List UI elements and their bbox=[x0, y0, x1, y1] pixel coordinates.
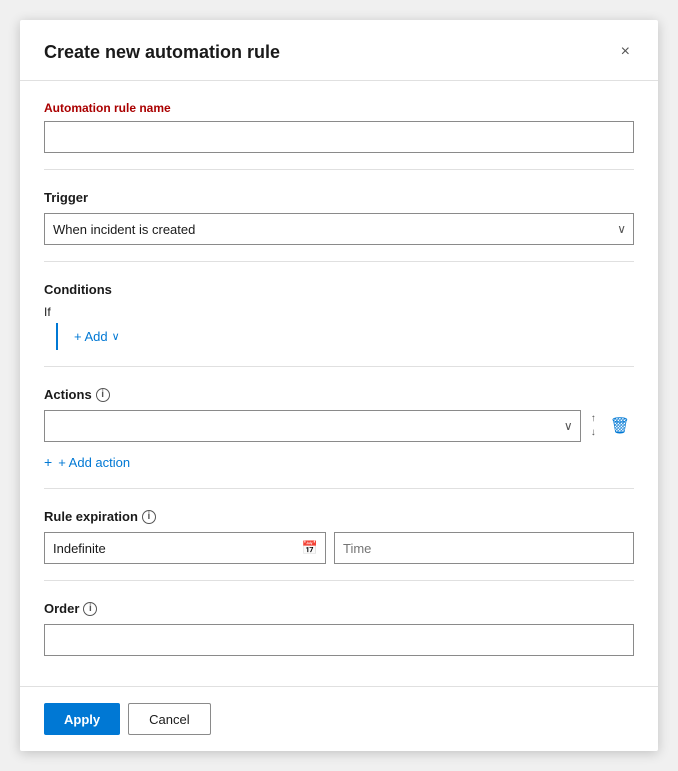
automation-rule-name-input[interactable] bbox=[44, 121, 634, 153]
actions-move-down-button[interactable]: ↓ bbox=[589, 426, 598, 440]
actions-up-down-buttons: ↑ ↓ bbox=[589, 412, 598, 440]
trigger-label: Trigger bbox=[44, 190, 634, 205]
add-condition-chevron-icon: ∨ bbox=[112, 330, 120, 343]
add-condition-button[interactable]: + Add ∨ bbox=[74, 327, 120, 346]
create-automation-rule-dialog: Create new automation rule × Automation … bbox=[20, 20, 658, 751]
trigger-select-wrapper: When incident is created When incident i… bbox=[44, 213, 634, 245]
add-action-plus-icon: + bbox=[44, 454, 52, 470]
actions-select[interactable] bbox=[44, 410, 581, 442]
expiry-time-input[interactable] bbox=[334, 532, 634, 564]
dialog-header: Create new automation rule × bbox=[20, 20, 658, 80]
dialog-footer: Apply Cancel bbox=[20, 686, 658, 751]
trigger-section: Trigger When incident is created When in… bbox=[44, 170, 634, 262]
actions-label: Actions i bbox=[44, 387, 634, 402]
actions-move-up-button[interactable]: ↑ bbox=[589, 412, 598, 426]
automation-rule-name-section: Automation rule name bbox=[44, 81, 634, 170]
conditions-label: Conditions bbox=[44, 282, 634, 297]
trigger-select[interactable]: When incident is created When incident i… bbox=[44, 213, 634, 245]
conditions-if-label: If bbox=[44, 305, 634, 319]
actions-section: Actions i ∨ ↑ ↓ 🗑 + + Add action bbox=[44, 367, 634, 489]
expiry-date-input[interactable] bbox=[44, 532, 326, 564]
apply-button[interactable]: Apply bbox=[44, 703, 120, 735]
actions-row: ∨ ↑ ↓ 🗑 bbox=[44, 410, 634, 442]
add-action-button[interactable]: + + Add action bbox=[44, 452, 130, 472]
automation-rule-name-label: Automation rule name bbox=[44, 101, 634, 115]
dialog-title: Create new automation rule bbox=[44, 42, 280, 63]
close-button[interactable]: × bbox=[617, 40, 634, 64]
rule-expiration-info-icon: i bbox=[142, 510, 156, 524]
rule-expiration-label: Rule expiration i bbox=[44, 509, 634, 524]
cancel-button[interactable]: Cancel bbox=[128, 703, 210, 735]
actions-select-wrapper: ∨ bbox=[44, 410, 581, 442]
order-section: Order i 3 bbox=[44, 581, 634, 672]
expiry-date-wrapper: 📅 bbox=[44, 532, 326, 564]
order-input[interactable]: 3 bbox=[44, 624, 634, 656]
order-label: Order i bbox=[44, 601, 634, 616]
conditions-section: Conditions If + Add ∨ bbox=[44, 262, 634, 367]
order-info-icon: i bbox=[83, 602, 97, 616]
actions-delete-button[interactable]: 🗑 bbox=[606, 414, 634, 438]
actions-info-icon: i bbox=[96, 388, 110, 402]
expiry-row: 📅 bbox=[44, 532, 634, 564]
condition-line: + Add ∨ bbox=[56, 323, 634, 350]
rule-expiration-section: Rule expiration i 📅 bbox=[44, 489, 634, 581]
dialog-body: Automation rule name Trigger When incide… bbox=[20, 81, 658, 686]
condition-tree: + Add ∨ bbox=[44, 323, 634, 350]
